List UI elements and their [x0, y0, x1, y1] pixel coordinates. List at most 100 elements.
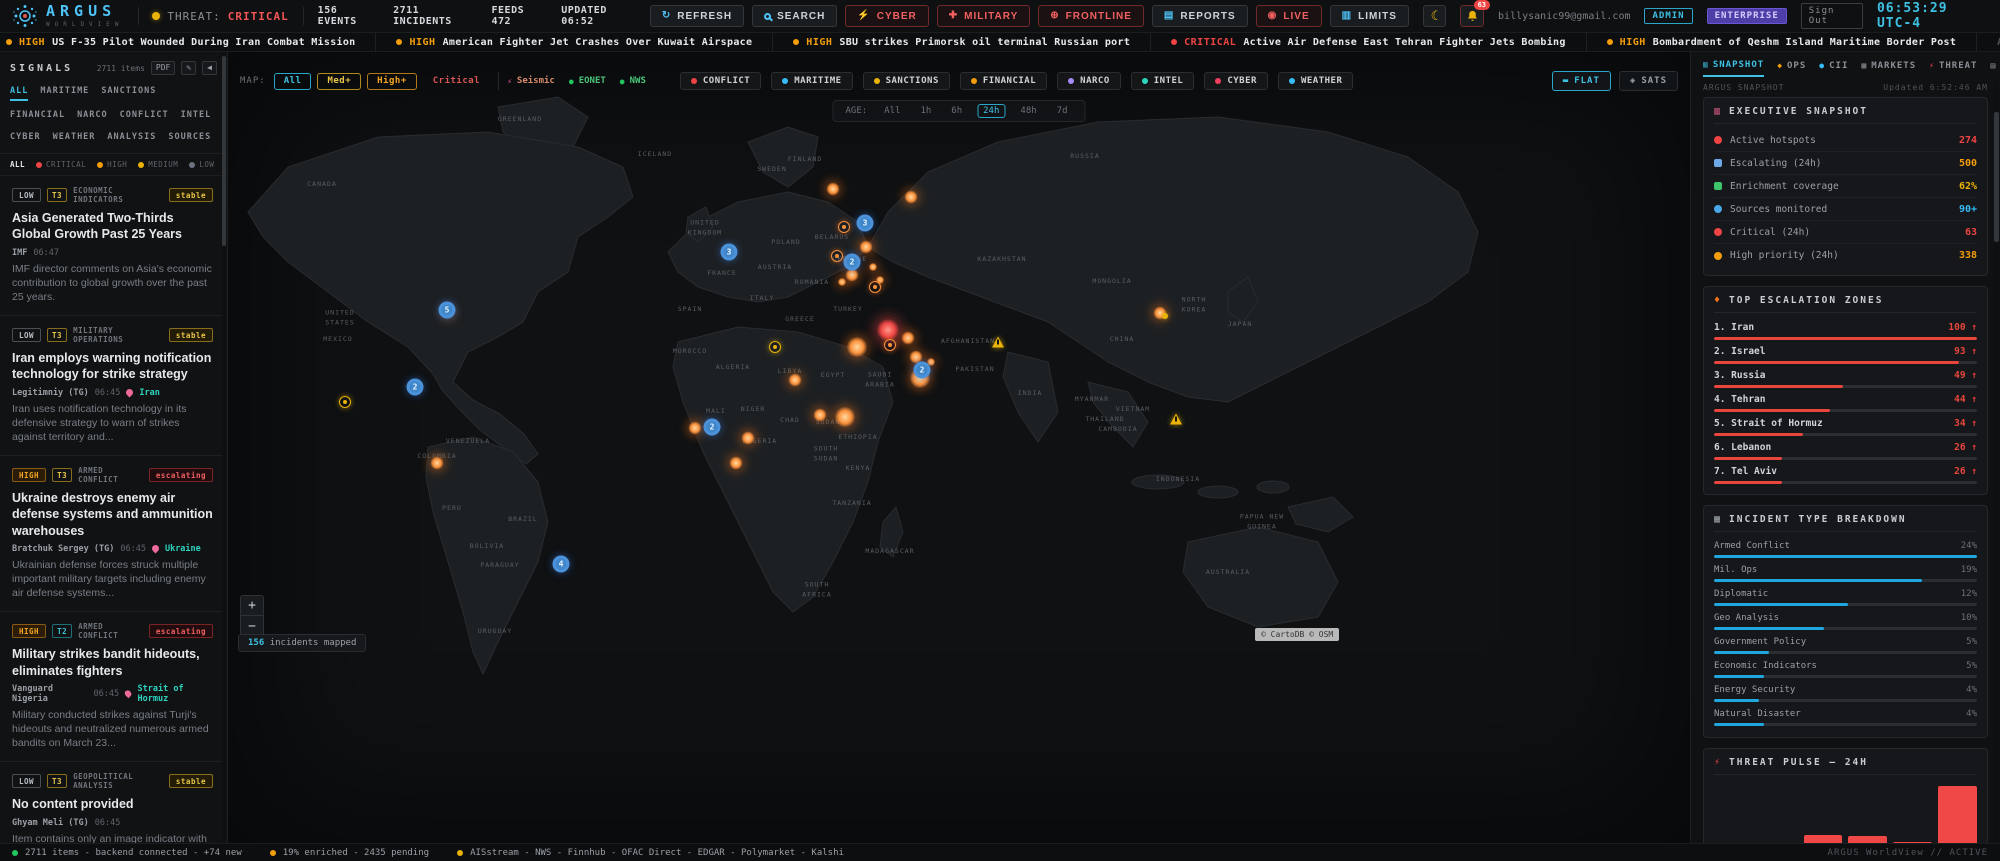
age-option-6h[interactable]: 6h — [946, 105, 967, 117]
limits-button[interactable]: ▥ LIMITS — [1329, 5, 1409, 27]
cluster-marker[interactable]: 4 — [552, 555, 570, 573]
alert-dot-marker[interactable] — [1162, 313, 1168, 319]
cluster-marker[interactable]: 2 — [843, 253, 861, 271]
map-overlay-nws[interactable]: ● NWS — [620, 76, 646, 86]
map-filter-med[interactable]: Med+ — [317, 72, 362, 90]
signals-tab-intel[interactable]: INTEL — [181, 110, 212, 123]
tab-snapshot[interactable]: ▥ SNAPSHOT — [1703, 60, 1765, 77]
age-option-48h[interactable]: 48h — [1015, 105, 1041, 117]
category-pill-intel[interactable]: INTEL — [1130, 72, 1195, 90]
incident-marker[interactable] — [869, 263, 877, 271]
map-view-flat-button[interactable]: ▬ FLAT — [1551, 71, 1611, 91]
incident-marker[interactable] — [835, 407, 855, 427]
incident-marker[interactable] — [741, 431, 755, 445]
category-pill-maritime[interactable]: MARITIME — [771, 72, 853, 90]
tab-threat[interactable]: ⚡ THREAT — [1929, 61, 1977, 76]
incident-marker[interactable] — [847, 337, 867, 357]
tab-cii[interactable]: ● CII — [1819, 61, 1848, 76]
cluster-marker[interactable]: 2 — [913, 361, 931, 379]
warning-marker[interactable] — [992, 336, 1004, 348]
crosshair-marker[interactable] — [869, 281, 881, 293]
incident-marker[interactable] — [826, 182, 840, 196]
signal-location[interactable]: Iran — [139, 388, 159, 398]
signal-location[interactable]: Ukraine — [165, 544, 201, 554]
escalation-zone-row[interactable]: 5. Strait of Hormuz 34 ↑ — [1714, 414, 1977, 438]
zoom-in-button[interactable]: + — [241, 596, 263, 616]
ticker-item[interactable]: HIGH SBU strikes Primorsk oil terminal Ru… — [772, 33, 1150, 51]
crosshair-marker[interactable] — [831, 250, 843, 262]
signals-tab-all[interactable]: ALL — [10, 86, 29, 101]
notifications-button[interactable]: 63 — [1460, 0, 1491, 27]
signals-tab-narco[interactable]: NARCO — [77, 110, 108, 123]
severity-filter-critical[interactable]: CRITICAL — [36, 160, 86, 169]
severity-filter-all[interactable]: ALL — [10, 160, 25, 169]
crosshair-marker-yellow[interactable] — [339, 396, 351, 408]
tab-markets[interactable]: ▦ MARKETS — [1861, 61, 1916, 76]
critical-incident-marker[interactable] — [877, 319, 899, 341]
signals-tab-conflict[interactable]: CONFLICT — [120, 110, 169, 123]
news-ticker[interactable]: HIGH US F-35 Pilot Wounded During Iran Co… — [0, 33, 2000, 52]
crosshair-marker[interactable] — [838, 221, 850, 233]
incident-marker[interactable] — [688, 421, 702, 435]
map-filter-high[interactable]: High+ — [367, 72, 417, 90]
signals-tab-sanctions[interactable]: SANCTIONS — [101, 86, 156, 101]
signal-card[interactable]: HIGH T2 ARMED CONFLICT escalating Military s… — [0, 612, 227, 763]
map-overlay-seismic[interactable]: ⚡ Seismic — [507, 76, 555, 86]
escalation-zone-row[interactable]: 7. Tel Aviv 26 ↑ — [1714, 462, 1977, 486]
category-pill-cyber[interactable]: CYBER — [1204, 72, 1268, 90]
category-pill-conflict[interactable]: CONFLICT — [679, 72, 762, 90]
military-button[interactable]: ✚ MILITARY — [936, 5, 1031, 27]
incident-marker[interactable] — [430, 456, 444, 470]
incident-marker[interactable] — [813, 408, 827, 422]
tab-article[interactable]: ▤ARTICLE — [1990, 61, 2000, 76]
signal-card[interactable]: LOW T3 GEOPOLITICAL ANALYSIS stable No conte… — [0, 762, 227, 843]
severity-filter-medium[interactable]: MEDIUM — [138, 160, 178, 169]
theme-toggle-button[interactable]: ☾ — [1422, 5, 1447, 27]
signals-tab-sources[interactable]: SOURCES — [168, 132, 211, 145]
map-view-sats-button[interactable]: ◈ SATS — [1618, 71, 1678, 91]
map-filter-critical[interactable]: Critical — [423, 73, 490, 90]
map-overlay-eonet[interactable]: ● EONET — [569, 76, 606, 86]
edit-button[interactable]: ✎ — [181, 61, 197, 75]
signal-location[interactable]: Strait of Hormuz — [138, 684, 213, 704]
severity-filter-high[interactable]: HIGH — [97, 160, 127, 169]
frontline-button[interactable]: ⊕ FRONTLINE — [1038, 5, 1144, 27]
signal-card[interactable]: LOW T3 ECONOMIC INDICATORS stable Asia Gener… — [0, 176, 227, 317]
escalation-zone-row[interactable]: 3. Russia 49 ↑ — [1714, 366, 1977, 390]
incident-marker[interactable] — [859, 240, 873, 254]
cluster-marker[interactable]: 2 — [703, 418, 721, 436]
category-pill-financial[interactable]: FINANCIAL — [959, 72, 1048, 90]
reports-button[interactable]: ▤ REPORTS — [1151, 5, 1248, 27]
crosshair-marker-yellow[interactable] — [769, 341, 781, 353]
map-attribution[interactable]: © CartoDB © OSM — [1255, 628, 1340, 641]
age-option-24h[interactable]: 24h — [977, 104, 1006, 118]
signal-card[interactable]: HIGH T3 ARMED CONFLICT escalating Ukraine de… — [0, 456, 227, 613]
signals-tab-cyber[interactable]: CYBER — [10, 132, 41, 145]
refresh-button[interactable]: ↻ REFRESH — [649, 5, 745, 27]
age-option-1h[interactable]: 1h — [915, 105, 936, 117]
category-pill-sanctions[interactable]: SANCTIONS — [862, 72, 950, 90]
ticker-item[interactable]: HIGH Bombardment of Qeshm Island Maritime… — [1585, 33, 1976, 51]
world-map[interactable]: MAP: All Med+ High+ Critical ⚡ Seismic ● EONET… — [228, 52, 1690, 843]
category-pill-narco[interactable]: NARCO — [1057, 72, 1121, 90]
sign-out-button[interactable]: Sign Out — [1800, 3, 1863, 29]
signals-scrollbar[interactable] — [222, 52, 226, 843]
severity-filter-low[interactable]: LOW — [189, 160, 214, 169]
signals-tab-maritime[interactable]: MARITIME — [40, 86, 89, 101]
cyber-button[interactable]: ⚡ CYBER — [845, 5, 929, 27]
snapshot-scrollbar[interactable] — [1994, 82, 1999, 843]
incident-marker[interactable] — [904, 190, 918, 204]
ticker-item[interactable]: HIGH US F-35 Pilot Wounded During Iran Co… — [0, 33, 375, 51]
escalation-zone-row[interactable]: 2. Israel 93 ↑ — [1714, 342, 1977, 366]
cluster-marker[interactable]: 2 — [406, 378, 424, 396]
signals-tab-weather[interactable]: WEATHER — [53, 132, 96, 145]
crosshair-marker[interactable] — [884, 339, 896, 351]
incident-marker[interactable] — [838, 278, 846, 286]
ticker-item[interactable]: HIGH American Fighter Jet Crashes Over Ku… — [375, 33, 772, 51]
signal-card[interactable]: LOW T3 MILITARY OPERATIONS stable Iran emplo… — [0, 316, 227, 457]
cluster-marker[interactable]: 5 — [438, 301, 456, 319]
signals-tab-financial[interactable]: FINANCIAL — [10, 110, 65, 123]
tab-ops[interactable]: ◆ OPS — [1777, 61, 1806, 76]
warning-marker[interactable] — [1170, 413, 1182, 425]
incident-marker[interactable] — [901, 331, 915, 345]
